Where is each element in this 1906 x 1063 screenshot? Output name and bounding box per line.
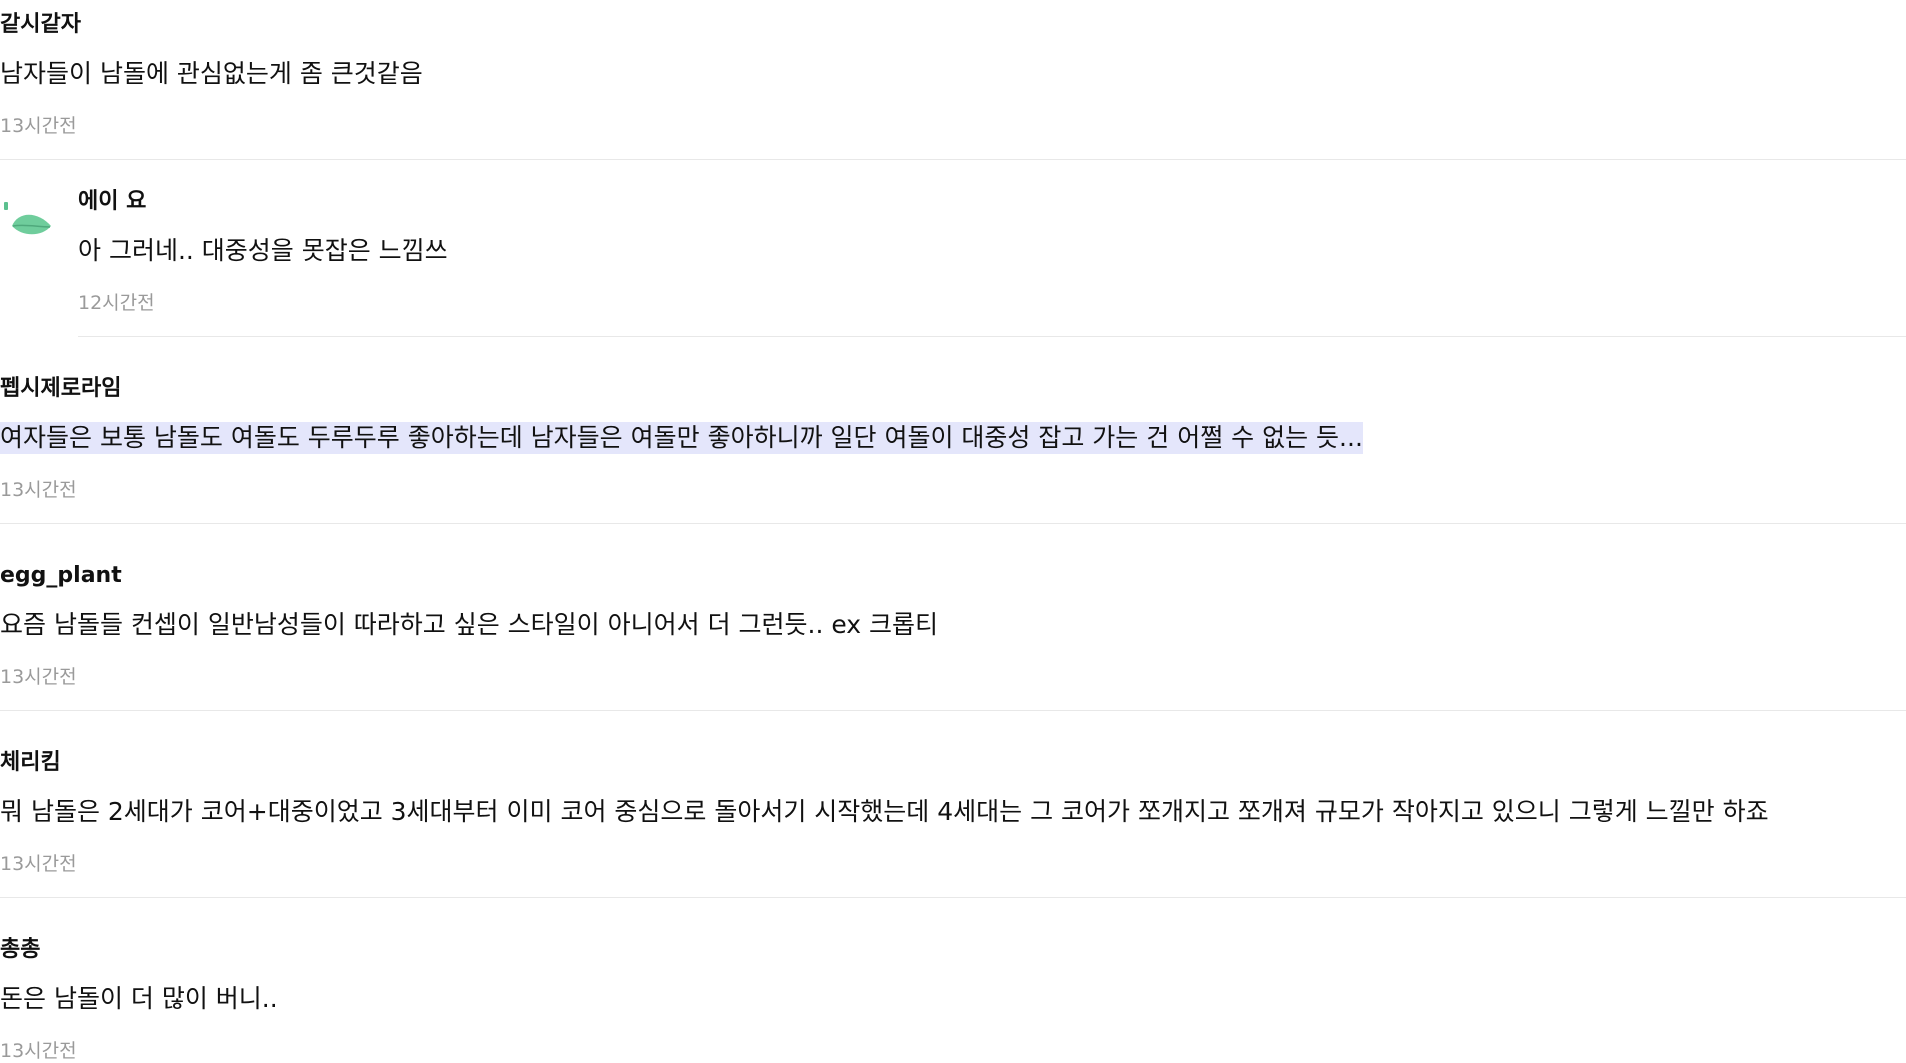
comment-divider [0, 897, 1906, 898]
comment-timestamp: 13시간전 [0, 115, 77, 137]
comment-author[interactable]: 펩시제로라임 [0, 376, 121, 402]
comment-divider [0, 159, 1906, 160]
comment-timestamp: 13시간전 [0, 479, 77, 501]
comment-text: 아 그러네.. 대중성을 못잡은 느낌쓰 [78, 236, 448, 265]
comment-text: 요즘 남돌들 컨셉이 일반남성들이 따라하고 싶은 스타일이 아니어서 더 그런… [0, 610, 939, 639]
comment-author[interactable]: 체리킴 [0, 750, 61, 776]
comment-text-selected: 여자들은 보통 남돌도 여돌도 두루두루 좋아하는데 남자들은 여돌만 좋아하니… [0, 422, 1363, 454]
comment-author[interactable]: 같시같자 [0, 12, 81, 38]
leaf-icon [0, 189, 56, 245]
comment-author[interactable]: 총총 [0, 937, 40, 963]
comment-divider [78, 336, 1906, 337]
comment-text: 뭐 남돌은 2세대가 코어+대중이었고 3세대부터 이미 코어 중심으로 돌아서… [0, 797, 1769, 826]
comment-timestamp: 12시간전 [78, 292, 155, 314]
comment-timestamp: 13시간전 [0, 853, 77, 875]
comment-divider [0, 523, 1906, 524]
comment-timestamp: 13시간전 [0, 666, 77, 688]
comment-timestamp: 13시간전 [0, 1040, 77, 1062]
comment-author[interactable]: 에이 요 [78, 189, 146, 215]
comment-divider [0, 710, 1906, 711]
comment-text: 남자들이 남돌에 관심없는게 좀 큰것같음 [0, 59, 423, 88]
comment-author[interactable]: egg_plant [0, 563, 122, 589]
comment-text: 돈은 남돌이 더 많이 버니.. [0, 984, 278, 1013]
